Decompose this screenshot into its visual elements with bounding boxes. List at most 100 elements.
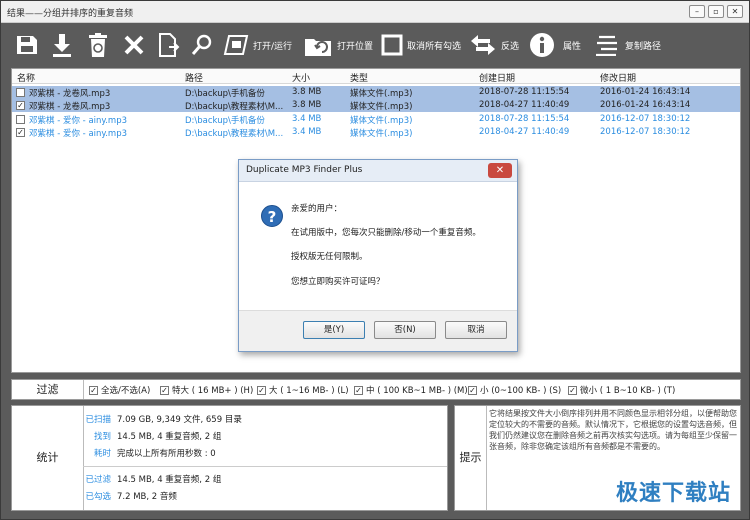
uncheck-all-button[interactable]: 取消所有勾选: [381, 31, 461, 59]
col-created-header[interactable]: 创建日期: [479, 71, 515, 84]
filter-label: 过滤: [12, 380, 84, 399]
col-path-header[interactable]: 路径: [185, 71, 203, 84]
properties-button[interactable]: 属性: [529, 31, 581, 59]
open-run-label: 打开/运行: [253, 41, 293, 52]
row-checkbox[interactable]: ✓: [16, 128, 25, 137]
row-modified: 2016-01-24 16:43:14: [600, 87, 691, 97]
col-modified-header[interactable]: 修改日期: [600, 71, 636, 84]
check-icon: ✓: [160, 385, 169, 395]
open-run-icon: [223, 35, 249, 55]
row-checkbox[interactable]: [16, 115, 25, 124]
close-button[interactable]: ✕: [727, 5, 743, 18]
row-name: 邓紫棋 - 爱你 - ainy.mp3: [29, 129, 128, 139]
stat-value: 完成以上所有所用秒数 : 0: [117, 449, 216, 459]
stat-key: 已勾选: [85, 492, 111, 502]
minimize-button[interactable]: –: [689, 5, 705, 18]
no-button[interactable]: 否(N): [374, 321, 436, 339]
filter-medium-checkbox[interactable]: ✓ 中 ( 100 KB~1 MB- ) (M): [354, 384, 468, 396]
check-icon: ✓: [354, 385, 363, 395]
row-size: 3.4 MB: [292, 127, 322, 137]
move-button[interactable]: [51, 31, 73, 59]
row-checkbox[interactable]: [16, 88, 25, 97]
open-run-button[interactable]: 打开/运行: [223, 31, 292, 59]
col-name-header[interactable]: 名称: [17, 71, 35, 84]
invert-button[interactable]: 反选: [469, 31, 519, 59]
row-path: D:\backup\手机备份: [185, 89, 265, 99]
yes-button[interactable]: 是(Y): [303, 321, 365, 339]
find-button[interactable]: [191, 31, 213, 59]
filter-large-label: 大 ( 1~16 MB- ) (L): [269, 386, 349, 396]
stat-value: 14.5 MB, 4 重复音频, 2 组: [117, 432, 222, 442]
dialog-footer: 是(Y) 否(N) 取消: [239, 310, 517, 351]
stat-row-scanned: 已扫描 7.09 GB, 9,349 文件, 659 目录: [83, 411, 447, 426]
stat-key: 已扫描: [85, 415, 111, 425]
delete-x-icon: [124, 35, 144, 55]
window-controls: – ▫ ✕: [689, 5, 743, 18]
save-icon: [17, 36, 37, 54]
download-arrow-icon: [53, 34, 71, 57]
table-row[interactable]: ✓ 邓紫棋 - 爱你 - ainy.mp3 D:\backup\教程素材\M..…: [12, 126, 740, 139]
stat-key: 耗时: [93, 449, 111, 459]
properties-label: 属性: [563, 41, 582, 52]
purchase-dialog: Duplicate MP3 Finder Plus ✕ ? 亲爱的用户： 在试用…: [238, 159, 518, 352]
dialog-greeting: 亲爱的用户：: [291, 204, 343, 214]
row-size: 3.8 MB: [292, 87, 322, 97]
filter-all-label: 全选/不选(A): [101, 386, 151, 396]
row-size: 3.8 MB: [292, 100, 322, 110]
stat-value: 7.2 MB, 2 音频: [117, 492, 177, 502]
question-icon: ?: [261, 205, 283, 227]
table-row[interactable]: 邓紫棋 - 爱你 - ainy.mp3 D:\backup\手机备份 3.4 M…: [12, 113, 740, 126]
stat-value: 14.5 MB, 4 重复音频, 2 组: [117, 475, 222, 485]
row-created: 2018-04-27 11:40:49: [479, 127, 570, 137]
recycle-bin-button[interactable]: [87, 31, 109, 59]
stats-divider: [83, 466, 447, 467]
filter-all-checkbox[interactable]: ✓ 全选/不选(A): [89, 384, 150, 396]
stat-row-elapsed: 耗时 完成以上所有所用秒数 : 0: [83, 445, 447, 460]
save-button[interactable]: [15, 31, 39, 59]
export-button[interactable]: [157, 31, 181, 59]
filter-small-checkbox[interactable]: ✓ 小 (0~100 KB- ) (S): [468, 384, 561, 396]
row-checkbox[interactable]: ✓: [16, 101, 25, 110]
filter-large-checkbox[interactable]: ✓ 大 ( 1~16 MB- ) (L): [257, 384, 349, 396]
filter-huge-checkbox[interactable]: ✓ 特大 ( 16 MB+ ) (H): [160, 384, 253, 396]
swap-arrows-icon: [471, 35, 495, 55]
col-type-header[interactable]: 类型: [350, 71, 368, 84]
row-type: 媒体文件(.mp3): [350, 102, 413, 112]
stats-label: 统计: [12, 406, 84, 510]
stat-value: 7.09 GB, 9,349 文件, 659 目录: [117, 415, 242, 425]
maximize-button[interactable]: ▫: [708, 5, 724, 18]
dialog-title-bar: Duplicate MP3 Finder Plus ✕: [239, 160, 517, 182]
row-created: 2018-07-28 11:15:54: [479, 87, 570, 97]
row-modified: 2016-12-07 18:30:12: [600, 127, 691, 137]
app-window: 结果——分组并排序的重复音频 – ▫ ✕ 打开/运行 打开位置 取消所有勾选 反…: [0, 0, 750, 520]
row-type: 媒体文件(.mp3): [350, 89, 413, 99]
magnifier-icon: [191, 34, 212, 55]
dialog-title: Duplicate MP3 Finder Plus: [246, 165, 363, 175]
open-location-label: 打开位置: [337, 41, 374, 52]
cancel-button[interactable]: 取消: [445, 321, 507, 339]
row-name: 邓紫棋 - 龙卷风.mp3: [29, 102, 111, 112]
check-icon: ✓: [568, 385, 577, 395]
row-type: 媒体文件(.mp3): [350, 116, 413, 126]
open-location-button[interactable]: 打开位置: [303, 31, 373, 59]
row-type: 媒体文件(.mp3): [350, 129, 413, 139]
stat-key: 已过滤: [85, 475, 111, 485]
filter-tiny-checkbox[interactable]: ✓ 微小 ( 1 B~10 KB- ) (T): [568, 384, 675, 396]
dialog-message: 授权版无任何限制。: [291, 252, 368, 262]
delete-button[interactable]: [123, 31, 145, 59]
dialog-question: 您想立即购买许可证吗？: [291, 277, 385, 287]
copy-path-label: 复制路径: [625, 41, 662, 52]
row-modified: 2016-01-24 16:43:14: [600, 100, 691, 110]
copy-path-button[interactable]: 复制路径: [595, 31, 661, 59]
stat-row-filtered: 已过滤 14.5 MB, 4 重复音频, 2 组: [83, 471, 447, 486]
col-size-header[interactable]: 大小: [292, 71, 310, 84]
toolbar: 打开/运行 打开位置 取消所有勾选 反选 属性 复制路径: [1, 23, 749, 67]
filter-huge-label: 特大 ( 16 MB+ ) (H): [172, 386, 254, 396]
table-row[interactable]: ✓ 邓紫棋 - 龙卷风.mp3 D:\backup\教程素材\M... 3.8 …: [12, 99, 740, 112]
row-path: D:\backup\手机备份: [185, 116, 265, 126]
table-row[interactable]: 邓紫棋 - 龙卷风.mp3 D:\backup\手机备份 3.8 MB 媒体文件…: [12, 86, 740, 99]
info-icon: [530, 33, 554, 57]
copy-path-icon: [596, 35, 617, 56]
filter-bar: 过滤 ✓ 全选/不选(A) ✓ 特大 ( 16 MB+ ) (H) ✓ 大 ( 1~1…: [11, 379, 741, 400]
dialog-close-button[interactable]: ✕: [488, 163, 512, 178]
